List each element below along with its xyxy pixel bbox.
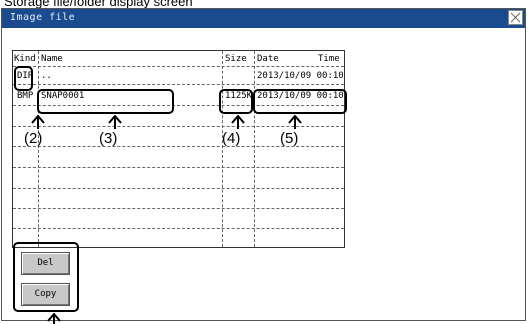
- title-bar: Image file: [2, 9, 525, 28]
- window-title: Image file: [10, 12, 76, 23]
- header-kind: Kind: [14, 54, 36, 64]
- kind-annotation-label: (2): [24, 130, 43, 147]
- close-button[interactable]: [508, 10, 523, 25]
- size-annotation-label: (4): [222, 130, 241, 147]
- date-annotation-label: (5): [280, 130, 299, 147]
- row-date: 2013/10/09 00:10: [257, 71, 344, 81]
- column-divider: [222, 51, 223, 247]
- delete-button[interactable]: Del: [21, 252, 70, 275]
- header-time: Time: [318, 54, 340, 64]
- row-divider: [13, 167, 344, 168]
- file-list-table: Kind Name Size Date Time DIR .. 2013/10/…: [12, 50, 345, 248]
- column-divider: [254, 51, 255, 247]
- row-divider: [13, 228, 344, 229]
- close-icon: [510, 12, 521, 23]
- up-arrow-icon: [108, 115, 122, 129]
- name-field-callout: [37, 89, 174, 114]
- up-arrow-icon: [288, 115, 302, 129]
- up-arrow-icon: [47, 313, 61, 324]
- row-kind: BMP: [17, 91, 34, 101]
- date-field-callout: [253, 89, 347, 114]
- up-arrow-icon: [231, 115, 245, 129]
- kind-column-callout: [14, 66, 33, 91]
- row-divider: [13, 208, 344, 209]
- row-divider: [13, 84, 344, 85]
- header-name: Name: [41, 54, 63, 64]
- name-annotation-label: (3): [99, 130, 118, 147]
- row-divider: [13, 66, 344, 67]
- size-field-callout: [219, 89, 253, 114]
- column-divider: [38, 51, 39, 247]
- row-name: ..: [41, 71, 52, 81]
- header-size: Size: [225, 54, 247, 64]
- image-file-window: Image file Kind Name Size Date Time DIR …: [1, 8, 526, 321]
- header-date: Date: [257, 54, 279, 64]
- up-arrow-icon: [31, 115, 45, 129]
- row-divider: [13, 188, 344, 189]
- copy-button[interactable]: Copy: [21, 283, 70, 306]
